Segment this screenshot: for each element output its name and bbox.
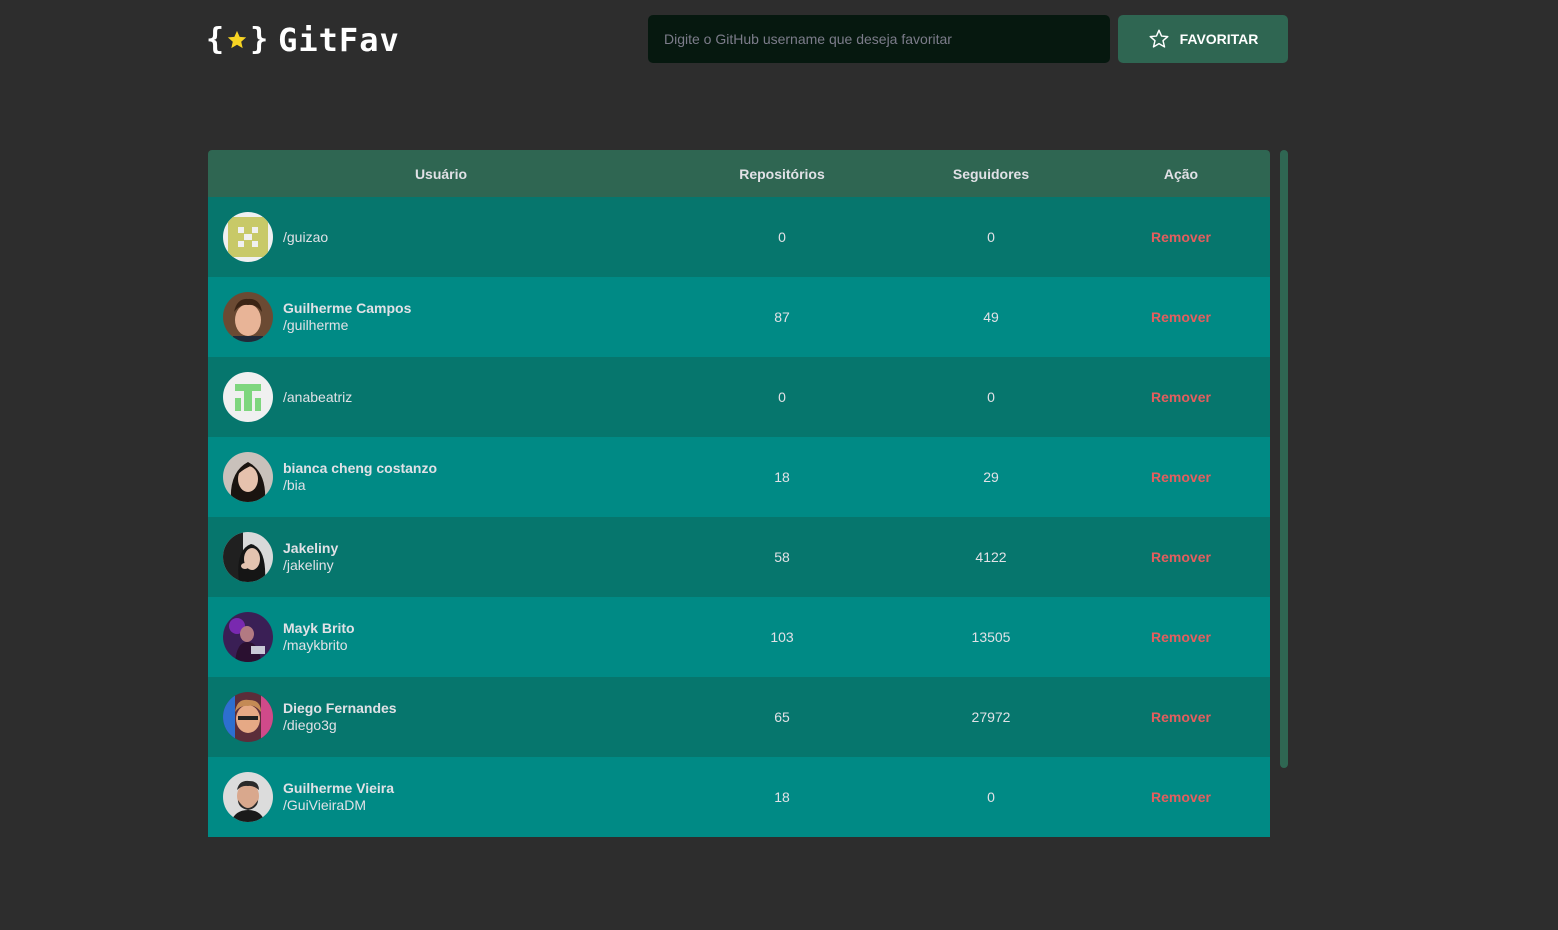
table-row: Diego Fernandes /diego3g 65 27972 Remove… — [208, 677, 1270, 757]
user-login: /bia — [283, 477, 306, 493]
star-outline-icon — [1149, 29, 1169, 48]
avatar — [223, 452, 273, 502]
user-cell: Jakeliny /jakeliny — [208, 532, 674, 582]
table-row: Guilherme Campos /guilherme 87 49 Remove… — [208, 277, 1270, 357]
user-cell: Diego Fernandes /diego3g — [208, 692, 674, 742]
repos-count: 87 — [774, 309, 790, 325]
repos-count: 0 — [778, 229, 786, 245]
remove-button[interactable]: Remover — [1151, 389, 1211, 405]
header-user: Usuário — [414, 165, 468, 182]
remove-button[interactable]: Remover — [1151, 789, 1211, 805]
repos-count: 65 — [774, 709, 790, 725]
table-row: Jakeliny /jakeliny 58 4122 Remover — [208, 517, 1270, 597]
remove-button[interactable]: Remover — [1151, 229, 1211, 245]
avatar — [223, 372, 273, 422]
avatar — [223, 772, 273, 822]
header-repos: Repositórios — [739, 165, 825, 182]
user-login: /guizao — [283, 228, 329, 245]
table-row: /guizao 0 0 Remover — [208, 197, 1270, 277]
avatar — [223, 692, 273, 742]
user-login: /maykbrito — [283, 637, 348, 653]
repos-count: 18 — [774, 469, 790, 485]
user-name: bianca cheng costanzo — [283, 460, 438, 476]
avatar — [223, 292, 273, 342]
user-name: Guilherme Campos — [283, 300, 412, 316]
repos-count: 103 — [770, 629, 794, 645]
remove-button[interactable]: Remover — [1151, 709, 1211, 725]
logo: { } GitFav — [206, 18, 400, 62]
avatar — [223, 532, 273, 582]
user-cell: /anabeatriz — [208, 372, 674, 422]
avatar — [223, 612, 273, 662]
user-name: Mayk Brito — [283, 620, 355, 636]
header-followers: Seguidores — [952, 165, 1030, 182]
user-cell: Guilherme Vieira /GuiVieiraDM — [208, 772, 674, 822]
table-row: Guilherme Vieira /GuiVieiraDM 18 0 Remov… — [208, 757, 1270, 837]
star-braces-icon: { } — [206, 22, 269, 57]
table-scrollbar[interactable] — [1280, 150, 1288, 768]
header-action: Ação — [1163, 165, 1199, 182]
app-title: GitFav — [278, 21, 400, 59]
followers-count: 4122 — [975, 549, 1007, 565]
user-login: /anabeatriz — [283, 388, 353, 405]
favorites-table: Usuário Repositórios Seguidores Ação /gu — [208, 150, 1270, 837]
followers-count: 0 — [987, 229, 995, 245]
search-input[interactable] — [648, 15, 1110, 63]
user-name: Jakeliny — [283, 540, 339, 556]
remove-button[interactable]: Remover — [1151, 629, 1211, 645]
user-login: /guilherme — [283, 317, 349, 333]
table-row: bianca cheng costanzo /bia 18 29 Remover — [208, 437, 1270, 517]
repos-count: 0 — [778, 389, 786, 405]
remove-button[interactable]: Remover — [1151, 309, 1211, 325]
user-name: Guilherme Vieira — [283, 780, 395, 796]
followers-count: 27972 — [971, 709, 1011, 725]
avatar — [223, 212, 273, 262]
followers-count: 0 — [987, 789, 995, 805]
user-cell: bianca cheng costanzo /bia — [208, 452, 674, 502]
repos-count: 18 — [774, 789, 790, 805]
app-header: { } GitFav FAVORITAR — [0, 0, 1558, 80]
remove-button[interactable]: Remover — [1151, 469, 1211, 485]
user-name: Diego Fernandes — [283, 700, 397, 716]
user-cell: /guizao — [208, 212, 674, 262]
followers-count: 13505 — [971, 629, 1011, 645]
followers-count: 49 — [983, 309, 999, 325]
favorite-button[interactable]: FAVORITAR — [1118, 15, 1288, 63]
user-login: /jakeliny — [283, 557, 334, 573]
table-row: /anabeatriz 0 0 Remover — [208, 357, 1270, 437]
user-cell: Mayk Brito /maykbrito — [208, 612, 674, 662]
repos-count: 58 — [774, 549, 790, 565]
table-row: Mayk Brito /maykbrito 103 13505 Remover — [208, 597, 1270, 677]
user-login: /diego3g — [283, 717, 337, 733]
remove-button[interactable]: Remover — [1151, 549, 1211, 565]
followers-count: 29 — [983, 469, 999, 485]
user-login: /GuiVieiraDM — [283, 797, 366, 813]
table-header: Usuário Repositórios Seguidores Ação — [208, 150, 1270, 197]
user-cell: Guilherme Campos /guilherme — [208, 292, 674, 342]
favorite-button-label: FAVORITAR — [1179, 31, 1259, 47]
followers-count: 0 — [987, 389, 995, 405]
